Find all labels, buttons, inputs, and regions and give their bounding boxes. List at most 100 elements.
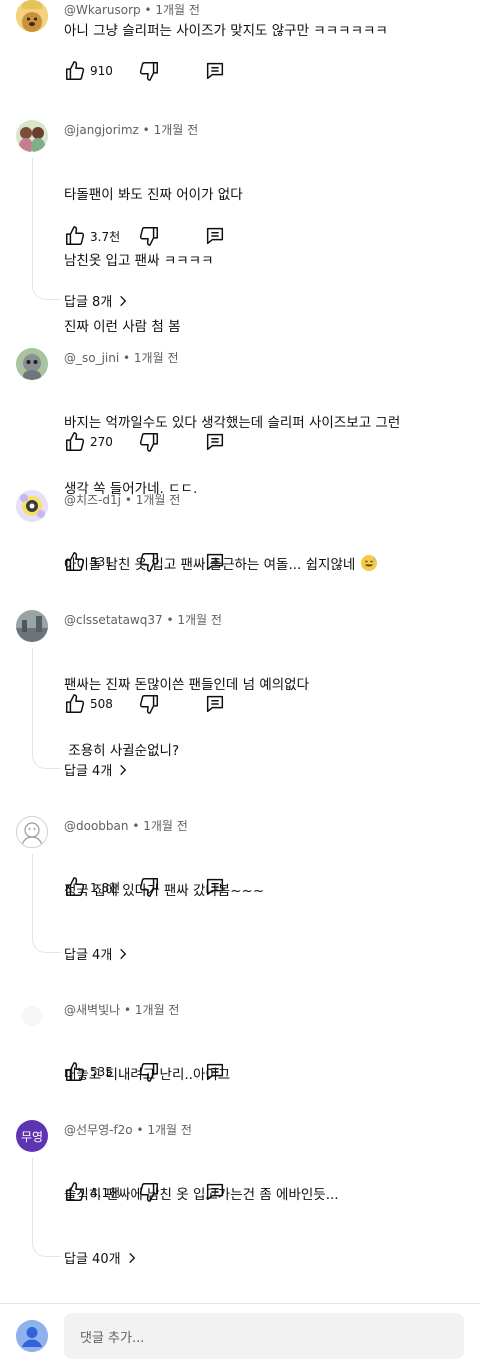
dislike-icon xyxy=(138,876,160,898)
comment-author[interactable]: @치즈-d1j xyxy=(64,493,121,507)
chevron-right-icon xyxy=(116,947,130,961)
comment-actions: 1.8천 xyxy=(64,876,304,900)
reply-icon xyxy=(204,693,226,715)
comment-author[interactable]: @doobban xyxy=(64,819,129,833)
reply-button[interactable] xyxy=(204,551,226,573)
reply-button[interactable] xyxy=(204,431,226,453)
avatar[interactable]: 무영 xyxy=(16,1120,48,1152)
avatar-initials: 무영 xyxy=(20,1129,44,1144)
like-count: 535 xyxy=(90,1065,113,1079)
comment-time: 1개월 전 xyxy=(134,1003,180,1017)
comment-author[interactable]: @_so_jini xyxy=(64,351,119,365)
reply-button[interactable] xyxy=(204,60,226,82)
like-button[interactable]: 535 xyxy=(64,1061,113,1083)
like-icon xyxy=(64,1061,86,1083)
comment-meta: @_so_jini • 1개월 전 xyxy=(64,351,179,365)
dislike-button[interactable] xyxy=(138,60,160,82)
emoji-sweat-smile-icon xyxy=(360,555,377,571)
reply-button[interactable] xyxy=(204,876,226,898)
dislike-button[interactable] xyxy=(138,225,160,247)
user-avatar xyxy=(16,1320,48,1352)
dislike-button[interactable] xyxy=(138,1181,160,1203)
comment-meta: @선무영-f2o • 1개월 전 xyxy=(64,1123,192,1137)
like-icon xyxy=(64,1181,86,1203)
view-replies-button[interactable]: 답글 4개 xyxy=(64,944,130,963)
like-button[interactable]: 4.1천 xyxy=(64,1181,120,1203)
comment-meta: @clssetatawq37 • 1개월 전 xyxy=(64,613,222,627)
like-button[interactable]: 270 xyxy=(64,431,113,453)
reply-button[interactable] xyxy=(204,225,226,247)
comment-time: 1개월 전 xyxy=(177,613,222,627)
like-count: 1.8천 xyxy=(90,880,121,895)
like-icon xyxy=(64,431,86,453)
dislike-icon xyxy=(138,551,160,573)
dislike-button[interactable] xyxy=(138,876,160,898)
avatar[interactable] xyxy=(16,0,48,32)
like-icon xyxy=(64,60,86,82)
comment-meta: @jangjorimz • 1개월 전 xyxy=(64,123,199,137)
replies-label: 답글 40개 xyxy=(64,1252,121,1267)
comment-author[interactable]: @Wkarusorp xyxy=(64,3,141,17)
comment-actions: 910 xyxy=(64,60,304,84)
thread-line xyxy=(32,158,61,300)
comment-text: 타돌팬이 봐도 진짜 어이가 없다 남친옷 입고 팬싸 ㅋㅋㅋㅋ 진짜 이런 사… xyxy=(64,140,243,382)
avatar[interactable] xyxy=(16,120,48,152)
comment-line: 타돌팬이 봐도 진짜 어이가 없다 xyxy=(64,187,243,203)
replies-label: 답글 8개 xyxy=(64,295,113,310)
dislike-icon xyxy=(138,1061,160,1083)
avatar[interactable] xyxy=(16,348,48,380)
comment-input-placeholder: 댓글 추가... xyxy=(80,1331,145,1346)
replies-label: 답글 4개 xyxy=(64,764,113,779)
view-replies-button[interactable]: 답글 40개 xyxy=(64,1248,139,1267)
reply-icon xyxy=(204,60,226,82)
dislike-button[interactable] xyxy=(138,693,160,715)
dislike-button[interactable] xyxy=(138,551,160,573)
reply-button[interactable] xyxy=(204,1061,226,1083)
avatar[interactable] xyxy=(16,610,48,642)
comment-actions: 331 xyxy=(64,551,304,575)
comment-time: 1개월 전 xyxy=(143,819,188,833)
dislike-button[interactable] xyxy=(138,431,160,453)
view-replies-button[interactable]: 답글 4개 xyxy=(64,760,130,779)
comment-meta: @doobban • 1개월 전 xyxy=(64,819,188,833)
dislike-icon xyxy=(138,225,160,247)
like-icon xyxy=(64,693,86,715)
comment-line: 조용히 사귈순없니? xyxy=(64,743,180,759)
view-replies-button[interactable]: 답글 8개 xyxy=(64,291,130,310)
dislike-button[interactable] xyxy=(138,1061,160,1083)
like-count: 270 xyxy=(90,435,113,449)
avatar[interactable] xyxy=(16,1000,48,1032)
thread-line xyxy=(32,1158,61,1257)
like-button[interactable]: 508 xyxy=(64,693,113,715)
comment-input[interactable]: 댓글 추가... xyxy=(64,1313,464,1359)
like-icon xyxy=(64,225,86,247)
like-button[interactable]: 910 xyxy=(64,60,113,82)
dislike-icon xyxy=(138,693,160,715)
thread-line xyxy=(32,648,61,769)
avatar[interactable] xyxy=(16,816,48,848)
comment-author[interactable]: @jangjorimz xyxy=(64,123,139,137)
comment-author[interactable]: @clssetatawq37 xyxy=(64,613,163,627)
comment-line: 남친옷 입고 팬싸 ㅋㅋㅋㅋ xyxy=(64,253,214,269)
like-icon xyxy=(64,551,86,573)
comment-actions: 535 xyxy=(64,1061,304,1085)
reply-button[interactable] xyxy=(204,693,226,715)
reply-button[interactable] xyxy=(204,1181,226,1203)
chevron-right-icon xyxy=(116,763,130,777)
comment-author[interactable]: @선무영-f2o xyxy=(64,1123,133,1137)
chevron-right-icon xyxy=(116,294,130,308)
like-button[interactable]: 1.8천 xyxy=(64,876,120,898)
like-button[interactable]: 331 xyxy=(64,551,113,573)
reply-icon xyxy=(204,1061,226,1083)
like-button[interactable]: 3.7천 xyxy=(64,225,120,247)
comment-text: 아니 그냥 슬리퍼는 사이즈가 맞지도 않구만 ㅋㅋㅋㅋㅋㅋ xyxy=(64,20,388,42)
comment-time: 1개월 전 xyxy=(135,493,181,507)
dislike-icon xyxy=(138,60,160,82)
reply-icon xyxy=(204,431,226,453)
comment-author[interactable]: @새벽빛나 xyxy=(64,1003,120,1017)
avatar[interactable] xyxy=(16,490,48,522)
comment-meta: @새벽빛나 • 1개월 전 xyxy=(64,1003,180,1017)
comment-actions: 270 xyxy=(64,431,304,455)
reply-icon xyxy=(204,225,226,247)
like-count: 4.1천 xyxy=(90,1185,121,1200)
